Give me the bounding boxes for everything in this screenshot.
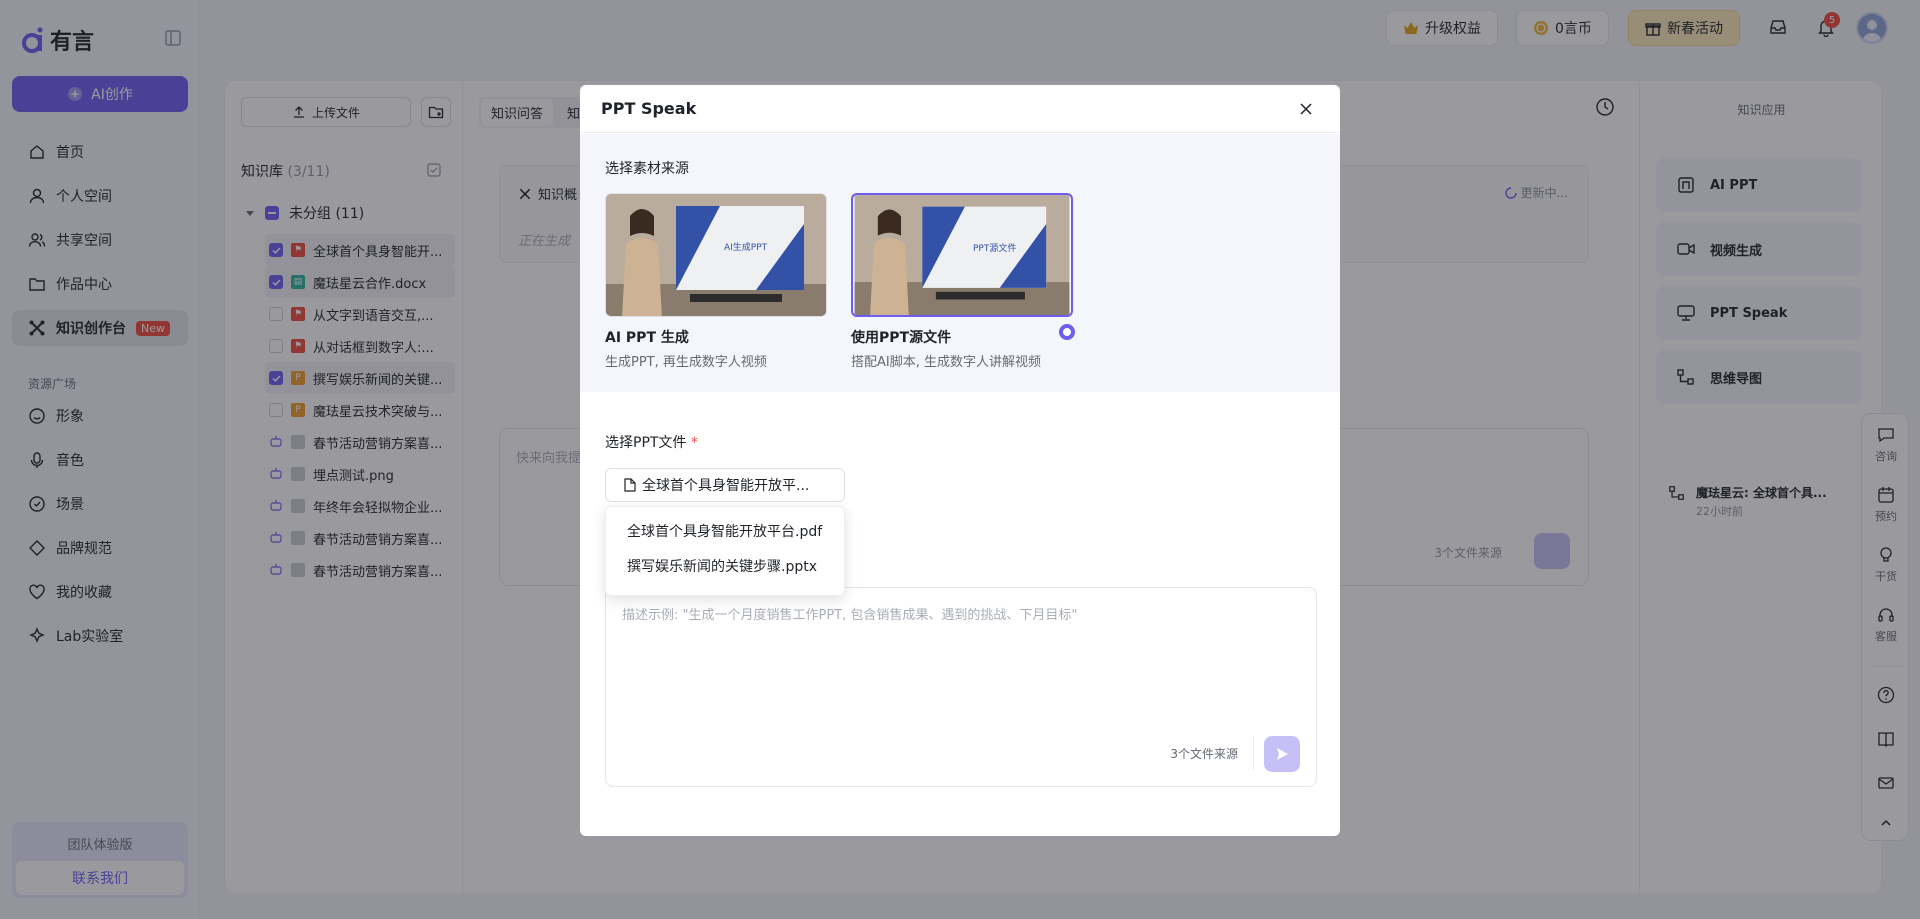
option-thumbnail: AI生成PPT xyxy=(605,193,827,317)
option-title: 使用PPT源文件 xyxy=(851,330,952,346)
source-section: 选择素材来源 AI生成PPT AI PPT 生成 生成PPT, 再生成数字人视频… xyxy=(580,134,1340,392)
prompt-send-button[interactable] xyxy=(1264,736,1300,772)
option-ppt-source-file[interactable]: PPT源文件 使用PPT源文件 搭配AI脚本, 生成数字人讲解视频 xyxy=(851,193,1075,370)
ppt-file-select[interactable]: 全球首个具身智能开放平... xyxy=(605,468,845,502)
ppt-file-label-text: 选择PPT文件 xyxy=(605,435,687,451)
selected-file-text: 全球首个具身智能开放平... xyxy=(642,478,810,494)
required-mark: * xyxy=(690,435,698,451)
option-thumbnail: PPT源文件 xyxy=(851,193,1073,317)
ppt-file-label: 选择PPT文件 * xyxy=(605,432,698,452)
modal-header: PPT Speak xyxy=(580,85,1340,133)
modal-title: PPT Speak xyxy=(601,99,697,118)
ai-ppt-thumbnail-icon xyxy=(606,194,826,316)
prompt-input-box[interactable]: 描述示例: "生成一个月度销售工作PPT, 包含销售成果、遇到的挑战、下月目标"… xyxy=(605,587,1317,787)
dropdown-option[interactable]: 全球首个具身智能开放平台.pdf xyxy=(606,513,844,548)
selected-radio[interactable] xyxy=(1059,324,1075,340)
prompt-divider xyxy=(1253,736,1254,770)
thumbnail-caption: AI生成PPT xyxy=(724,243,768,253)
option-description: 生成PPT, 再生成数字人视频 xyxy=(605,355,767,370)
prompt-placeholder: 描述示例: "生成一个月度销售工作PPT, 包含销售成果、遇到的挑战、下月目标" xyxy=(622,608,1078,623)
file-icon xyxy=(624,478,636,492)
thumbnail-caption: PPT源文件 xyxy=(973,244,1017,254)
ppt-source-thumbnail-icon xyxy=(854,195,1070,315)
option-ai-ppt[interactable]: AI生成PPT AI PPT 生成 生成PPT, 再生成数字人视频 xyxy=(605,193,827,370)
option-title: AI PPT 生成 xyxy=(605,330,689,346)
option-description: 搭配AI脚本, 生成数字人讲解视频 xyxy=(851,355,1041,370)
source-section-label: 选择素材来源 xyxy=(605,161,689,177)
prompt-source-count: 3个文件来源 xyxy=(1170,747,1238,761)
ppt-speak-modal: PPT Speak 选择素材来源 AI生成PPT AI PPT 生成 生成PPT… xyxy=(580,85,1340,836)
close-icon[interactable] xyxy=(1298,101,1314,117)
send-icon xyxy=(1277,748,1288,760)
dropdown-option[interactable]: 撰写娱乐新闻的关键步骤.pptx xyxy=(606,548,844,583)
ppt-file-dropdown: 全球首个具身智能开放平台.pdf 撰写娱乐新闻的关键步骤.pptx xyxy=(605,506,845,596)
